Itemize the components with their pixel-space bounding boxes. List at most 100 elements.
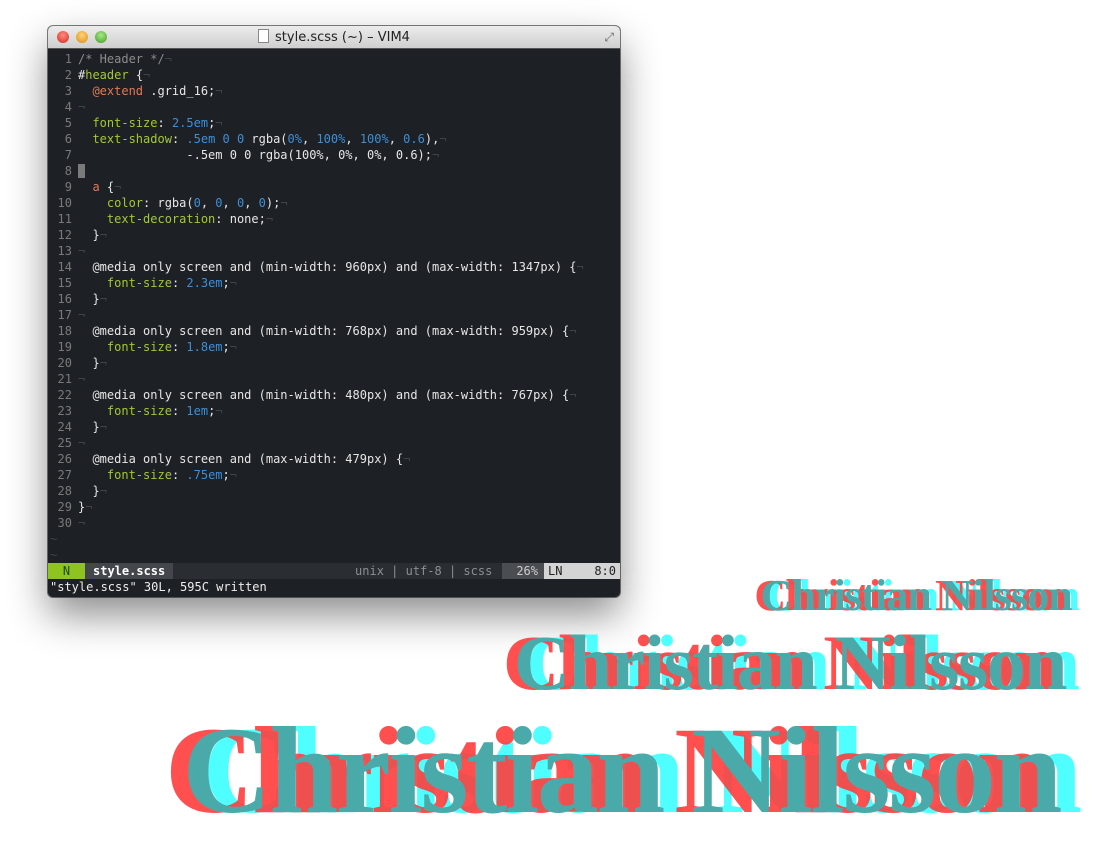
code-token: rgba( xyxy=(244,132,288,146)
line-number: 15 xyxy=(57,276,72,290)
code-token: ¬ xyxy=(229,276,237,290)
code-line: 4 ¬ xyxy=(48,99,620,115)
status-filename: style.scss xyxy=(85,563,174,579)
line-number: 1 xyxy=(64,52,72,66)
code-token: } xyxy=(78,484,100,498)
code-token: font-size xyxy=(92,116,158,130)
editor-buffer[interactable]: 1/* Header */¬ 2 #header {¬ 3 @extend .grid… xyxy=(48,51,620,563)
code-token: 0.6 xyxy=(403,132,425,146)
line-number: 19 xyxy=(57,340,72,354)
code-line: 18 @media only screen and (min-width: 76… xyxy=(48,323,620,339)
code-token: ¬ xyxy=(114,180,122,194)
line-number: 2 xyxy=(64,68,72,82)
line-number: 16 xyxy=(57,292,72,306)
code-token: } xyxy=(78,228,100,242)
code-line: 14 @media only screen and (min-width: 96… xyxy=(48,259,620,275)
code-token: text-decoration xyxy=(106,212,216,226)
window-title: style.scss (~) – VIM4 xyxy=(48,29,620,45)
code-line: 22 @media only screen and (min-width: 48… xyxy=(48,387,620,403)
code-token: .5em 0 0 xyxy=(186,132,245,146)
code-token: font-size xyxy=(106,276,172,290)
code-token: , xyxy=(222,196,237,210)
code-token: ¬ xyxy=(99,228,107,242)
code-token: @extend xyxy=(92,84,144,98)
code-token: 1.8em xyxy=(186,340,223,354)
code-token: ; xyxy=(222,276,230,290)
mode-indicator: N xyxy=(48,563,85,579)
code-line: 24 }¬ xyxy=(48,419,620,435)
code-line: 21 ¬ xyxy=(48,371,620,387)
code-token: font-size xyxy=(106,404,172,418)
line-number: 6 xyxy=(64,132,72,146)
code-token: ¬ xyxy=(78,308,86,322)
line-number: 11 xyxy=(57,212,72,226)
brand-text-medium: Christian Nilsson xyxy=(513,619,1068,706)
line-number: 5 xyxy=(64,116,72,130)
code-token: ¬ xyxy=(78,372,86,386)
code-token: ¬ xyxy=(432,148,440,162)
code-token: { xyxy=(99,180,115,194)
code-token: font-size xyxy=(106,340,172,354)
code-token: 1em xyxy=(186,404,209,418)
line-number: 3 xyxy=(64,84,72,98)
cursor-position: LN 8:0 xyxy=(544,563,620,579)
code-token: -.5em 0 0 rgba(100%, 0%, 0%, 0.6); xyxy=(78,148,433,162)
line-number: 21 xyxy=(57,372,72,386)
code-line: 1 /* Header */¬ xyxy=(48,51,620,67)
line-number: 23 xyxy=(57,404,72,418)
command-line[interactable]: "style.scss" 30L, 595C written xyxy=(50,579,267,595)
code-token: ¬ xyxy=(280,196,288,210)
code-line: 16 }¬ xyxy=(48,291,620,307)
code-token: ¬ xyxy=(78,516,86,530)
code-line: 7 -.5em 0 0 rgba(100%, 0%, 0%, 0.6);¬ xyxy=(48,147,620,163)
code-line: 11 text-decoration: none;¬ xyxy=(48,211,620,227)
code-line: 12 }¬ xyxy=(48,227,620,243)
status-line: N style.scss unix | utf-8 | scss 26% LN 8… xyxy=(48,563,620,579)
code-token: , xyxy=(200,196,216,210)
code-token: ¬ xyxy=(229,340,237,354)
code-line: 13 ¬ xyxy=(48,243,620,259)
cursor: ¬ xyxy=(78,164,86,178)
empty-line-tilde: ~ xyxy=(50,532,58,546)
code-token: ¬ xyxy=(229,468,237,482)
title-bar: style.scss (~) – VIM4 ⤢ xyxy=(48,26,620,49)
code-token: ¬ xyxy=(215,404,223,418)
line-number: 24 xyxy=(57,420,72,434)
position-value: 8:0 xyxy=(594,564,616,578)
code-token: ; xyxy=(222,340,230,354)
line-number: 22 xyxy=(57,388,72,402)
code-token: , xyxy=(388,132,404,146)
line-number: 26 xyxy=(57,452,72,466)
code-token: 100% xyxy=(316,132,346,146)
line-number: 12 xyxy=(57,228,72,242)
line-number: 30 xyxy=(57,516,72,530)
code-token: : xyxy=(171,132,187,146)
code-token: ¬ xyxy=(569,324,577,338)
code-token: .grid_16; xyxy=(143,84,216,98)
code-token: .75em xyxy=(186,468,223,482)
code-token: ¬ xyxy=(265,212,274,226)
line-number: 29 xyxy=(57,500,72,514)
fullscreen-icon[interactable]: ⤢ xyxy=(604,30,614,45)
code-token: font-size xyxy=(106,468,172,482)
code-token: { xyxy=(128,68,144,82)
code-line: 25 ¬ xyxy=(48,435,620,451)
code-token: , xyxy=(244,196,259,210)
code-line: 23 font-size: 1em;¬ xyxy=(48,403,620,419)
code-token: @media only screen and (min-width: 480px… xyxy=(78,388,570,402)
code-token: 0 xyxy=(193,196,201,210)
line-number: 10 xyxy=(57,196,72,210)
code-line: 9 a {¬ xyxy=(48,179,620,195)
code-token: ¬ xyxy=(403,452,411,466)
line-number: 9 xyxy=(64,180,72,194)
code-token: ¬ xyxy=(576,260,584,274)
brand-text-large: Christian Nilsson xyxy=(182,702,1062,839)
brand-text-small: Christian Nilsson xyxy=(760,571,1073,620)
code-token: : xyxy=(171,340,187,354)
code-token: : rgba( xyxy=(143,196,194,210)
